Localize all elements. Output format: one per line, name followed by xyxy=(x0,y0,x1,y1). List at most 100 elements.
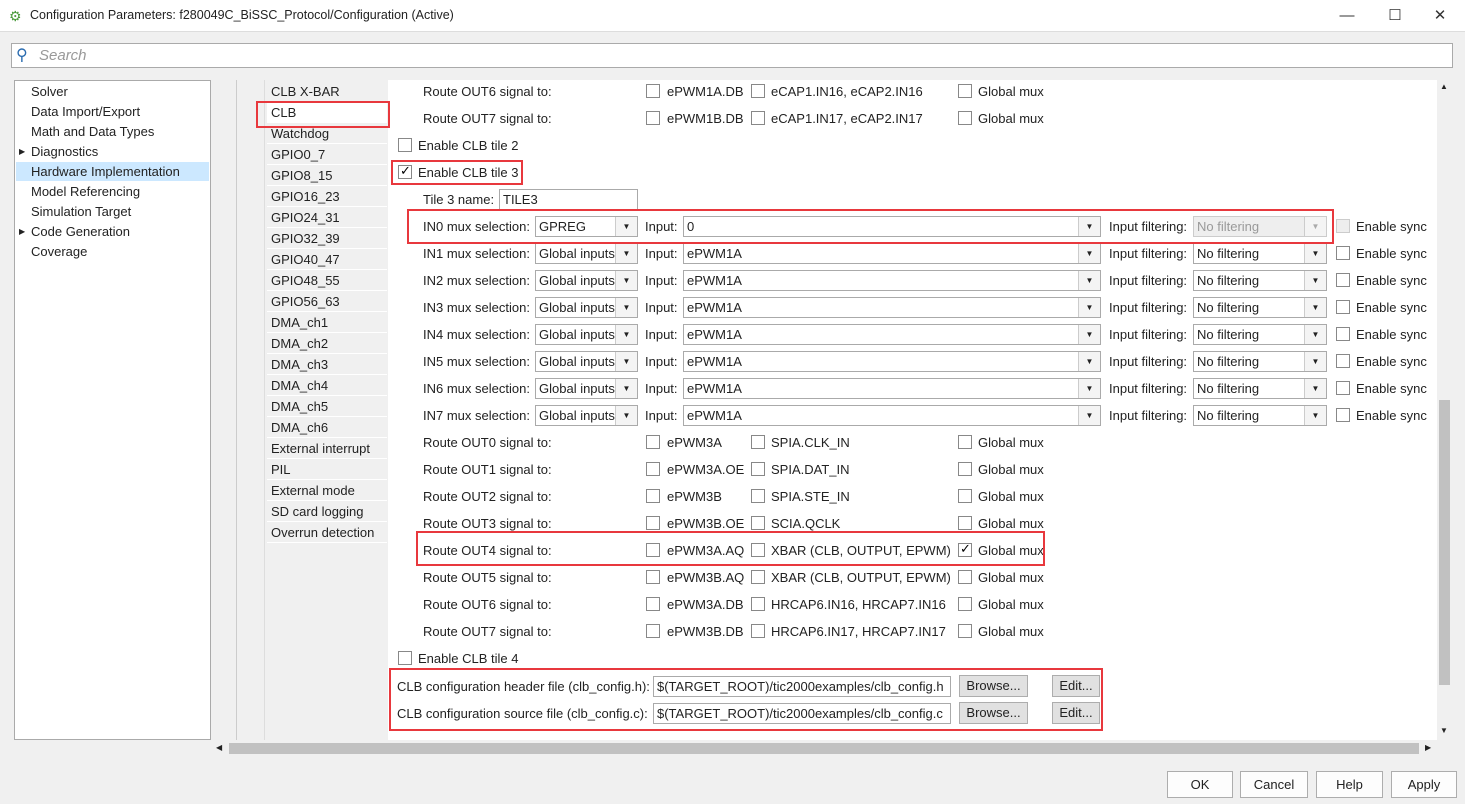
expand-arrow-icon[interactable]: ▶ xyxy=(19,142,25,161)
chevron-down-icon[interactable]: ▼ xyxy=(1304,298,1326,317)
global-mux-checkbox[interactable] xyxy=(958,624,972,638)
route-checkbox-2[interactable] xyxy=(751,543,765,557)
global-mux-checkbox[interactable] xyxy=(958,570,972,584)
file-path-input[interactable]: $(TARGET_ROOT)/tic2000examples/clb_confi… xyxy=(653,676,951,697)
global-mux-checkbox[interactable] xyxy=(958,597,972,611)
chevron-down-icon[interactable]: ▼ xyxy=(615,244,637,263)
tile3-name-input[interactable]: TILE3 xyxy=(499,189,638,210)
scroll-left-icon[interactable]: ◀ xyxy=(216,743,222,752)
chevron-down-icon[interactable]: ▼ xyxy=(1078,217,1100,236)
input-combo[interactable]: ePWM1A ▼ xyxy=(683,270,1101,291)
global-mux-checkbox[interactable] xyxy=(958,435,972,449)
mux-select[interactable]: Global inputs ▼ xyxy=(535,243,638,264)
enable-tile2-checkbox[interactable] xyxy=(398,138,412,152)
filter-select[interactable]: No filtering ▼ xyxy=(1193,351,1327,372)
subcategory-clb-x-bar[interactable]: CLB X-BAR xyxy=(267,82,387,102)
subcategory-dma-ch6[interactable]: DMA_ch6 xyxy=(267,418,387,438)
subcategory-pil[interactable]: PIL xyxy=(267,460,387,480)
tree-item-coverage[interactable]: Coverage xyxy=(16,242,209,261)
chevron-down-icon[interactable]: ▼ xyxy=(1304,379,1326,398)
file-path-input[interactable]: $(TARGET_ROOT)/tic2000examples/clb_confi… xyxy=(653,703,951,724)
route-checkbox-1[interactable] xyxy=(646,435,660,449)
ok-button[interactable]: OK xyxy=(1167,771,1233,798)
chevron-down-icon[interactable]: ▼ xyxy=(1304,271,1326,290)
global-mux-checkbox[interactable] xyxy=(958,516,972,530)
subcategory-clb[interactable]: CLB xyxy=(267,103,387,123)
enable-sync-checkbox[interactable] xyxy=(1336,327,1350,341)
chevron-down-icon[interactable]: ▼ xyxy=(1304,325,1326,344)
edit-button[interactable]: Edit... xyxy=(1052,702,1100,724)
subcategory-gpio48-55[interactable]: GPIO48_55 xyxy=(267,271,387,291)
enable-tile3-checkbox[interactable] xyxy=(398,163,412,179)
subcategory-gpio40-47[interactable]: GPIO40_47 xyxy=(267,250,387,270)
enable-sync-checkbox[interactable] xyxy=(1336,354,1350,368)
subcategory-dma-ch5[interactable]: DMA_ch5 xyxy=(267,397,387,417)
subcategory-gpio8-15[interactable]: GPIO8_15 xyxy=(267,166,387,186)
scroll-right-icon[interactable]: ▶ xyxy=(1425,743,1431,752)
chevron-down-icon[interactable]: ▼ xyxy=(1304,244,1326,263)
chevron-down-icon[interactable]: ▼ xyxy=(1078,244,1100,263)
global-mux-checkbox[interactable] xyxy=(958,84,972,98)
enable-tile4-checkbox[interactable] xyxy=(398,651,412,665)
tree-item-math-and-data-types[interactable]: Math and Data Types xyxy=(16,122,209,141)
route-checkbox-2[interactable] xyxy=(751,624,765,638)
subcategory-overrun-detection[interactable]: Overrun detection xyxy=(267,523,387,543)
chevron-down-icon[interactable]: ▼ xyxy=(615,379,637,398)
tree-item-model-referencing[interactable]: Model Referencing xyxy=(16,182,209,201)
subcategory-gpio0-7[interactable]: GPIO0_7 xyxy=(267,145,387,165)
subcategory-dma-ch3[interactable]: DMA_ch3 xyxy=(267,355,387,375)
tree-item-solver[interactable]: Solver xyxy=(16,82,209,101)
route-checkbox-2[interactable] xyxy=(751,435,765,449)
chevron-down-icon[interactable]: ▼ xyxy=(1078,325,1100,344)
mux-select[interactable]: Global inputs ▼ xyxy=(535,405,638,426)
input-combo[interactable]: ePWM1A ▼ xyxy=(683,243,1101,264)
tree-item-code-generation[interactable]: ▶ Code Generation xyxy=(16,222,209,241)
enable-sync-checkbox[interactable] xyxy=(1336,246,1350,260)
enable-sync-checkbox[interactable] xyxy=(1336,408,1350,422)
subcategory-gpio32-39[interactable]: GPIO32_39 xyxy=(267,229,387,249)
tree-item-diagnostics[interactable]: ▶ Diagnostics xyxy=(16,142,209,161)
chevron-down-icon[interactable]: ▼ xyxy=(1304,406,1326,425)
chevron-down-icon[interactable]: ▼ xyxy=(1078,271,1100,290)
route-checkbox-1[interactable] xyxy=(646,489,660,503)
chevron-down-icon[interactable]: ▼ xyxy=(1078,352,1100,371)
chevron-down-icon[interactable]: ▼ xyxy=(615,271,637,290)
global-mux-checkbox[interactable] xyxy=(958,541,972,557)
chevron-down-icon[interactable]: ▼ xyxy=(615,406,637,425)
route-checkbox-2[interactable] xyxy=(751,111,765,125)
global-mux-checkbox[interactable] xyxy=(958,489,972,503)
minimize-button[interactable]: — xyxy=(1332,4,1362,28)
help-button[interactable]: Help xyxy=(1316,771,1383,798)
expand-arrow-icon[interactable]: ▶ xyxy=(19,222,25,241)
chevron-down-icon[interactable]: ▼ xyxy=(1078,379,1100,398)
route-checkbox-2[interactable] xyxy=(751,570,765,584)
cancel-button[interactable]: Cancel xyxy=(1240,771,1308,798)
route-checkbox-1[interactable] xyxy=(646,624,660,638)
input-combo[interactable]: ePWM1A ▼ xyxy=(683,378,1101,399)
route-checkbox-2[interactable] xyxy=(751,84,765,98)
input-combo[interactable]: ePWM1A ▼ xyxy=(683,405,1101,426)
chevron-down-icon[interactable]: ▼ xyxy=(1304,352,1326,371)
scroll-up-icon[interactable]: ▲ xyxy=(1440,82,1448,91)
route-checkbox-2[interactable] xyxy=(751,462,765,476)
subcategory-dma-ch2[interactable]: DMA_ch2 xyxy=(267,334,387,354)
route-checkbox-1[interactable] xyxy=(646,111,660,125)
mux-select[interactable]: Global inputs ▼ xyxy=(535,270,638,291)
route-checkbox-2[interactable] xyxy=(751,597,765,611)
apply-button[interactable]: Apply xyxy=(1391,771,1457,798)
mux-select[interactable]: Global inputs ▼ xyxy=(535,297,638,318)
subcategory-dma-ch1[interactable]: DMA_ch1 xyxy=(267,313,387,333)
subcategory-gpio24-31[interactable]: GPIO24_31 xyxy=(267,208,387,228)
route-checkbox-1[interactable] xyxy=(646,516,660,530)
mux-select[interactable]: Global inputs ▼ xyxy=(535,378,638,399)
input-combo[interactable]: 0 ▼ xyxy=(683,216,1101,237)
input-combo[interactable]: ePWM1A ▼ xyxy=(683,324,1101,345)
close-button[interactable]: ✕ xyxy=(1425,4,1455,28)
enable-sync-checkbox[interactable] xyxy=(1336,381,1350,395)
subcategory-external-mode[interactable]: External mode xyxy=(267,481,387,501)
mux-select[interactable]: GPREG ▼ xyxy=(535,216,638,237)
input-combo[interactable]: ePWM1A ▼ xyxy=(683,297,1101,318)
filter-select[interactable]: No filtering ▼ xyxy=(1193,324,1327,345)
tree-item-data-import-export[interactable]: Data Import/Export xyxy=(16,102,209,121)
route-checkbox-1[interactable] xyxy=(646,597,660,611)
